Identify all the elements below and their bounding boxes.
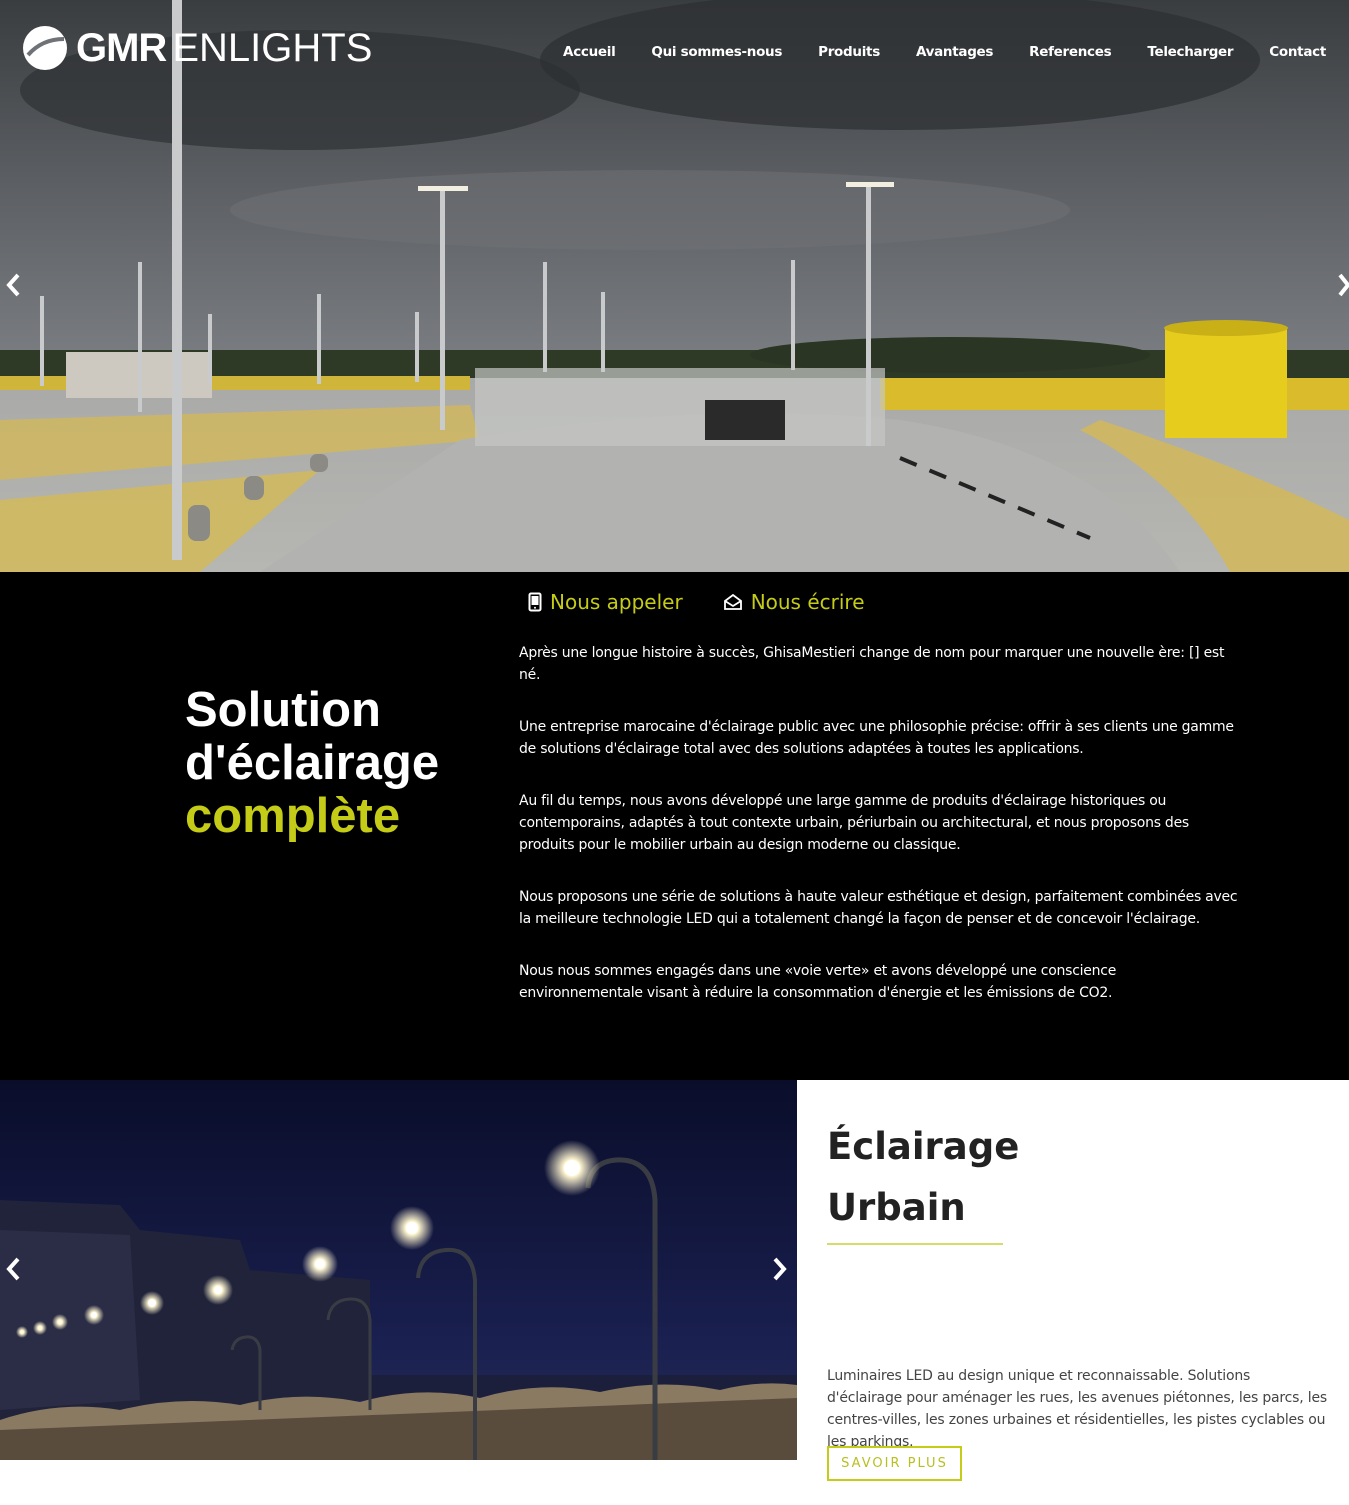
about-section: Nous appeler Nous écrire Solution d'écla… — [0, 572, 1349, 1080]
hero-prev-icon[interactable] — [4, 272, 22, 303]
hero-parking-image — [0, 0, 1349, 572]
logo-globe-icon — [23, 26, 67, 70]
urban-title-line1: Éclairage — [827, 1125, 1020, 1168]
urban-next-icon[interactable] — [771, 1256, 789, 1287]
urban-title: Éclairage Urbain — [827, 1116, 1019, 1238]
about-paragraph: Nous nous sommes engagés dans une «voie … — [519, 963, 1117, 1001]
envelope-open-icon — [723, 593, 742, 610]
contact-links: Nous appeler Nous écrire — [528, 590, 865, 614]
nav-references[interactable]: References — [1029, 44, 1112, 60]
savoir-plus-button[interactable]: SAVOIR PLUS — [827, 1446, 962, 1481]
brand-bold: GMR — [76, 26, 167, 70]
about-paragraph: Une entreprise marocaine d'éclairage pub… — [519, 719, 1234, 757]
write-label: Nous écrire — [750, 590, 865, 614]
headline-line2: d'éclairage — [185, 736, 440, 790]
nav-produits[interactable]: Produits — [818, 44, 880, 60]
brand-wordmark: GMR ENLIGHTS — [76, 24, 372, 72]
nav-contact[interactable]: Contact — [1269, 44, 1326, 60]
brand-light: ENLIGHTS — [172, 26, 373, 70]
urban-slider — [0, 1080, 797, 1460]
brand-logo[interactable]: GMR ENLIGHTS — [22, 24, 372, 72]
about-headline: Solution d'éclairage complète — [185, 684, 439, 843]
nav-qui-sommes-nous[interactable]: Qui sommes-nous — [651, 44, 782, 60]
about-paragraph: Après une longue histoire à succès, Ghis… — [519, 645, 1225, 683]
urban-description: Luminaires LED au design unique et recon… — [827, 1368, 1327, 1450]
call-link[interactable]: Nous appeler — [528, 590, 683, 614]
nav-avantages[interactable]: Avantages — [916, 44, 994, 60]
nav-accueil[interactable]: Accueil — [563, 44, 616, 60]
hero-next-icon[interactable] — [1338, 272, 1349, 303]
urban-prev-icon[interactable] — [4, 1256, 22, 1287]
call-label: Nous appeler — [550, 590, 683, 614]
about-text: Après une longue histoire à succès, Ghis… — [519, 642, 1239, 1034]
about-paragraph: Nous proposons une série de solutions à … — [519, 889, 1238, 927]
hero-slider: GMR ENLIGHTS Accueil Qui sommes-nous Pro… — [0, 0, 1349, 572]
urban-title-line2: Urbain — [827, 1186, 966, 1229]
phone-icon — [528, 592, 542, 612]
headline-line1: Solution — [185, 683, 381, 737]
headline-accent: complète — [185, 789, 401, 843]
nav-telecharger[interactable]: Telecharger — [1147, 44, 1233, 60]
urban-streetlights-image — [0, 1080, 797, 1460]
urban-divider — [827, 1243, 1003, 1245]
write-link[interactable]: Nous écrire — [723, 590, 865, 614]
urban-panel: Éclairage Urbain Luminaires LED au desig… — [797, 1080, 1349, 1505]
main-nav: Accueil Qui sommes-nous Produits Avantag… — [563, 44, 1326, 60]
about-paragraph: Au fil du temps, nous avons développé un… — [519, 793, 1189, 853]
